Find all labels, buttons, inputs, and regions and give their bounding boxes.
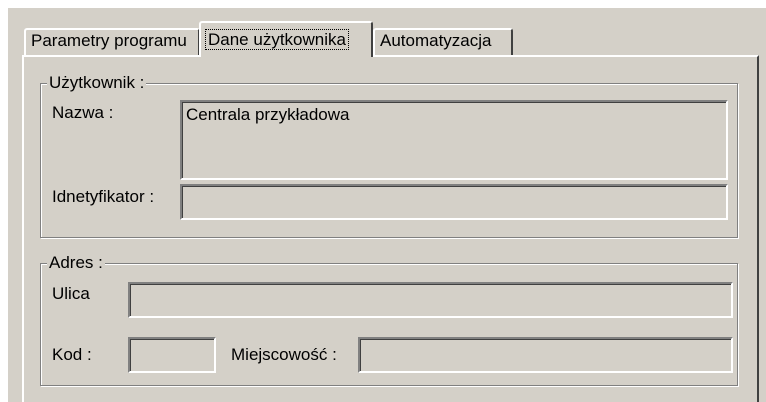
tab-content-user-data: Użytkownik : Nazwa : Centrala przykładow… xyxy=(22,55,759,402)
street-label: Ulica xyxy=(52,284,90,303)
tab-label: Dane użytkownika xyxy=(205,29,349,50)
postal-code-field[interactable] xyxy=(128,337,216,373)
identifier-field[interactable] xyxy=(180,184,728,220)
user-group-title: Użytkownik : xyxy=(47,72,147,94)
tab-automation[interactable]: Automatyzacja xyxy=(373,28,513,56)
address-group-title: Adres : xyxy=(47,252,105,274)
name-label: Nazwa : xyxy=(52,103,114,122)
dialog-window: Parametry programu Automatyzacja Dane uż… xyxy=(0,0,766,402)
name-field[interactable]: Centrala przykładowa xyxy=(180,100,728,180)
city-field[interactable] xyxy=(358,337,733,373)
tab-label: Automatyzacja xyxy=(380,31,492,50)
tab-program-parameters[interactable]: Parametry programu xyxy=(24,28,200,56)
street-field[interactable] xyxy=(128,282,733,318)
tab-label: Parametry programu xyxy=(31,31,187,50)
postal-code-label: Kod : xyxy=(52,345,92,364)
tab-user-data[interactable]: Dane użytkownika xyxy=(199,21,373,57)
city-label: Miejscowość : xyxy=(231,345,337,364)
identifier-label: Idnetyfikator : xyxy=(52,187,155,206)
